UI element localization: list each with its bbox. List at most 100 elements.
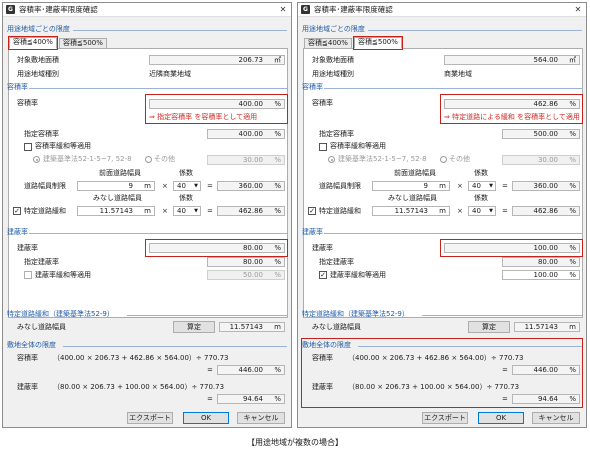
times-sign: × [457,182,463,190]
coef-select-2[interactable]: 40 ▼ [468,206,496,216]
window-title: 容積率･建蔽率限度確認 [19,5,98,14]
equals-sign: = [207,366,213,374]
special-road-field: 462.86% [217,206,285,216]
deemed-road-label: みなし道路幅員 [17,323,66,331]
dialog-window-right: G 容積率･建蔽率限度確認 ✕ 用途地域ごとの限度 容積≦400% 容積≦500… [297,2,587,428]
radio-law-52[interactable] [328,156,335,163]
bcr-relax-label: 建蔽率緩和等適用 [330,271,386,279]
calc-button[interactable]: 算定 [173,321,215,333]
special-road-checkbox[interactable]: ✓ [308,207,316,215]
coef-header-2: 係数 [179,194,193,202]
tab-far-500[interactable]: 容積≦500% [353,36,403,50]
designated-bcr-field: 80.00% [207,257,285,267]
designated-bcr-field: 80.00% [502,257,580,267]
special-road-section-header: 特定道路緩和（建築基準法52-9） [7,310,114,318]
coef-header: 係数 [179,169,193,177]
special-road-checkbox[interactable]: ✓ [13,207,21,215]
road-limit-label: 道路幅員制限 [319,182,361,190]
times-sign: × [457,207,463,215]
zone-type-label: 用途地域種別 [17,70,59,78]
cancel-button[interactable]: キャンセル [532,412,580,424]
deemed-road-width-input[interactable]: 11.57143 m [372,206,450,216]
cancel-button[interactable]: キャンセル [237,412,285,424]
times-sign: × [162,182,168,190]
times-sign: × [162,207,168,215]
bcr-relax-checkbox[interactable]: ✓ [319,271,327,279]
front-road-width-header: 前面道路幅員 [99,169,141,177]
whole-section-header: 敷地全体の限度 [7,341,56,349]
designated-bcr-label: 指定建蔽率 [319,258,354,266]
bcr-section-header: 建蔽率 [302,228,323,236]
far-section-header: 容積率 [7,83,28,91]
designated-far-label: 指定容積率 [24,130,59,138]
radio-law-52[interactable] [33,156,40,163]
whole-bcr-label: 建蔽率 [17,383,38,391]
whole-highlight-box [301,338,583,408]
equals-sign: = [502,182,508,190]
zone-section-header: 用途地域ごとの限度 [7,25,70,33]
far-relax-label: 容積率緩和等適用 [330,142,386,150]
deemed-road-width-input[interactable]: 11.57143 m [77,206,155,216]
site-area-field: 564.00 ㎡ [444,55,580,65]
bcr-relax-field[interactable]: 50.00% [207,270,285,280]
bcr-highlight-box [440,239,583,257]
section-divider [63,346,287,347]
window-title: 容積率･建蔽率限度確認 [314,5,393,14]
zone-type-label: 用途地域種別 [312,70,354,78]
ok-button[interactable]: OK [183,412,229,424]
export-button[interactable]: エクスポート [127,412,173,424]
far-relax-checkbox[interactable] [319,143,327,151]
far-relax-checkbox[interactable] [24,143,32,151]
other-value-field[interactable]: 30.00% [207,155,285,165]
whole-far-label: 容積率 [17,354,38,362]
designated-far-field: 400.00% [207,129,285,139]
section-divider [324,233,582,234]
chevron-down-icon: ▼ [194,183,198,189]
special-road-field: 462.86% [512,206,580,216]
zone-type-value: 近隣商業地域 [149,70,191,78]
equals-sign: = [207,182,213,190]
chevron-down-icon: ▼ [489,208,493,214]
whole-far-field: 446.00% [217,365,285,375]
radio-other-label: その他 [449,155,470,163]
section-divider [29,88,287,89]
front-road-width-input[interactable]: 9m [372,181,450,191]
chevron-down-icon: ▼ [489,183,493,189]
tab-far-400[interactable]: 容積≦400% [8,36,58,50]
zone-section-header: 用途地域ごとの限度 [302,25,365,33]
coef-select-1[interactable]: 40 ▼ [173,181,201,191]
chevron-down-icon: ▼ [194,208,198,214]
road-limit-field: 360.00% [217,181,285,191]
dialog-window-left: G 容積率･建蔽率限度確認 ✕ 用途地域ごとの限度 容積≦400% 容積≦500… [2,2,292,428]
special-road-label: 特定道路緩和 [24,207,66,215]
special-road-label: 特定道路緩和 [319,207,361,215]
section-divider [324,88,582,89]
title-bar: G 容積率･建蔽率限度確認 ✕ [3,3,291,17]
whole-bcr-formula: （80.00 × 206.73 + 100.00 × 564.00）÷ 770.… [53,383,225,391]
front-road-width-input[interactable]: 9m [77,181,155,191]
radio-other[interactable] [145,156,152,163]
far-label: 容積率 [312,99,333,107]
close-button[interactable]: ✕ [275,5,291,14]
app-icon: G [301,5,310,14]
radio-other[interactable] [440,156,447,163]
figure-caption: 【用途地域が複数の場合】 [247,438,343,447]
radio-law-52-label: 建築基準法52-1-5~7, 52-8 [338,155,427,163]
coef-select-1[interactable]: 40 ▼ [468,181,496,191]
deemed-road-field: 11.57143 m [219,322,285,332]
export-button[interactable]: エクスポート [422,412,468,424]
other-value-field[interactable]: 30.00% [502,155,580,165]
ok-button[interactable]: OK [478,412,524,424]
bcr-relax-field[interactable]: 100.00% [502,270,580,280]
coef-header-2: 係数 [474,194,488,202]
bcr-relax-checkbox[interactable] [24,271,32,279]
equals-sign: = [502,207,508,215]
equals-sign: = [207,395,213,403]
section-divider [127,315,287,316]
radio-other-label: その他 [154,155,175,163]
coef-select-2[interactable]: 40 ▼ [173,206,201,216]
close-button[interactable]: ✕ [570,5,586,14]
deemed-road-field: 11.57143 m [514,322,580,332]
zone-type-value: 商業地域 [444,70,472,78]
calc-button[interactable]: 算定 [468,321,510,333]
